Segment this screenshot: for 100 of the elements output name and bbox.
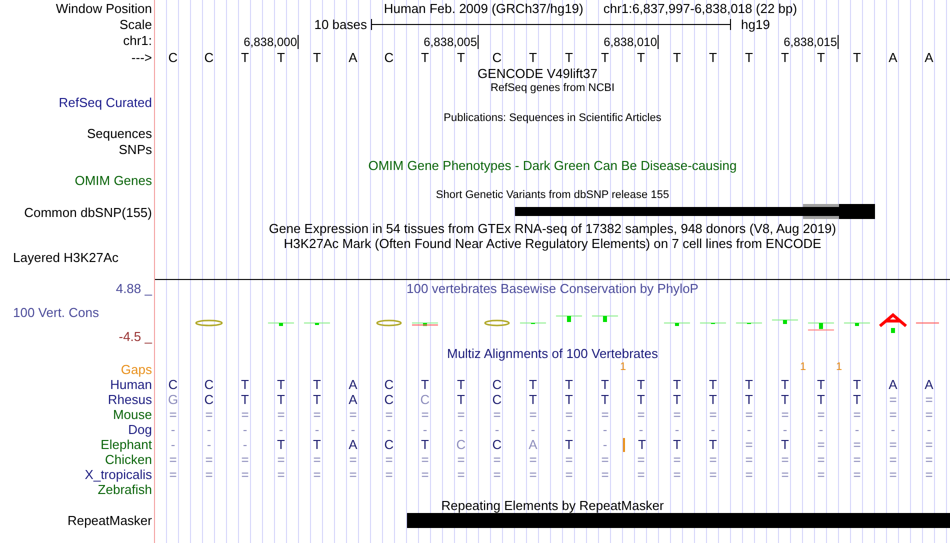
alignment-base: - — [278, 422, 284, 436]
alignment-base: T — [780, 438, 790, 452]
track-label: ---> — [131, 50, 152, 64]
alignment-base: = — [492, 468, 502, 482]
alignment-base: - — [854, 422, 860, 436]
alignment-base: T — [564, 438, 574, 452]
alignment-base: = — [852, 468, 862, 482]
alignment-base: = — [240, 468, 250, 482]
alignment-base: = — [600, 408, 610, 422]
alignment-base: = — [420, 452, 430, 466]
alignment-base: T — [708, 392, 718, 406]
alignment-base: T — [528, 392, 538, 406]
track-label: Window Position — [56, 2, 152, 14]
alignment-base: C — [383, 378, 395, 392]
track-label: Sequences — [86, 127, 152, 140]
track-title: Repeating Elements by RepeatMasker — [441, 498, 664, 512]
gap-count: 1 — [620, 362, 626, 373]
alignment-base: - — [638, 422, 644, 436]
alignment-base: = — [744, 452, 754, 466]
alignment-base: = — [816, 452, 826, 466]
base-letter: T — [564, 50, 574, 64]
alignment-base: T — [708, 438, 718, 452]
base-letter: T — [456, 50, 466, 64]
alignment-base: = — [384, 452, 394, 466]
species-label: Rhesus — [108, 393, 152, 406]
alignment-base: = — [888, 392, 898, 406]
alignment-base: = — [636, 452, 646, 466]
alignment-base: T — [564, 392, 574, 406]
alignment-base: - — [422, 422, 428, 436]
alignment-base: = — [924, 452, 934, 466]
alignment-base: = — [744, 468, 754, 482]
track-label: OMIM Genes — [74, 174, 152, 187]
alignment-base: T — [240, 392, 250, 406]
alignment-base: = — [312, 468, 322, 482]
base-letter: C — [167, 50, 179, 64]
alignment-base: T — [744, 392, 754, 406]
alignment-base: C — [383, 392, 395, 406]
alignment-base: T — [816, 378, 826, 392]
alignment-base: - — [746, 422, 752, 436]
alignment-base: T — [564, 378, 574, 392]
alignment-base: T — [600, 392, 610, 406]
alignment-base: = — [564, 452, 574, 466]
alignment-base: = — [636, 408, 646, 422]
alignment-base: - — [170, 422, 176, 436]
alignment-base: C — [491, 378, 503, 392]
alignment-base: - — [926, 422, 932, 436]
alignment-base: = — [780, 452, 790, 466]
alignment-base: = — [672, 452, 682, 466]
alignment-base: = — [528, 452, 538, 466]
track-label: SNPs — [118, 142, 152, 156]
track-title: Gene Expression in 54 tissues from GTEx RNA-seq of 17382 samples, 948 donors (V8, Aug 2019) — [268, 222, 836, 235]
track-title: OMIM Gene Phenotypes - Dark Green Can Be Disease-causing — [368, 158, 737, 172]
alignment-base: = — [564, 468, 574, 482]
alignment-base: - — [170, 438, 176, 452]
alignment-base: - — [602, 438, 608, 452]
alignment-base: = — [348, 452, 358, 466]
alignment-base: = — [384, 468, 394, 482]
track-title: 100 vertebrates Basewise Conservation by PhyloP — [406, 282, 698, 295]
track-label: Common dbSNP(155) — [24, 206, 152, 218]
alignment-base: = — [816, 468, 826, 482]
base-letter: T — [708, 50, 718, 64]
alignment-base: A — [924, 378, 934, 392]
track-title: Short Genetic Variants from dbSNP release 155 — [436, 190, 670, 201]
base-letter: T — [852, 50, 862, 64]
alignment-base: = — [528, 468, 538, 482]
alignment-base: = — [888, 452, 898, 466]
alignment-base: - — [602, 422, 608, 436]
alignment-base: = — [456, 408, 466, 422]
alignment-base: T — [312, 378, 322, 392]
alignment-base: = — [816, 438, 826, 452]
track-label: 4.88 _ — [116, 282, 152, 295]
track-title: Publications: Sequences in Scientific Articles — [444, 112, 662, 124]
alignment-base: T — [420, 438, 430, 452]
alignment-base: G — [166, 392, 180, 406]
alignment-base: C — [419, 392, 431, 406]
base-letter: C — [491, 50, 503, 64]
alignment-base: T — [276, 378, 286, 392]
ruler-tick-label: 6,838,000 — [244, 35, 299, 49]
track-title: Multiz Alignments of 100 Vertebrates — [446, 347, 658, 360]
alignment-base: T — [708, 378, 718, 392]
alignment-base: = — [528, 408, 538, 422]
track-label: -4.5 _ — [118, 330, 154, 343]
alignment-base: T — [623, 438, 659, 452]
alignment-base: C — [491, 392, 503, 406]
alignment-base: = — [168, 408, 178, 422]
base-letter: T — [528, 50, 538, 64]
alignment-base: C — [167, 378, 179, 392]
track-title: Human Feb. 2009 (GRCh37/hg19) — [384, 2, 584, 14]
alignment-base: = — [276, 452, 286, 466]
alignment-base: A — [348, 392, 358, 406]
alignment-base: - — [674, 422, 680, 436]
alignment-base: = — [672, 468, 682, 482]
track-label: RefSeq Curated — [58, 96, 152, 109]
alignment-base: A — [888, 378, 898, 392]
alignment-base: = — [168, 468, 178, 482]
gap-count: 1 — [800, 362, 806, 373]
alignment-base: = — [564, 408, 574, 422]
base-letter: T — [276, 50, 286, 64]
alignment-base: T — [636, 392, 646, 406]
alignment-base: - — [710, 422, 716, 436]
